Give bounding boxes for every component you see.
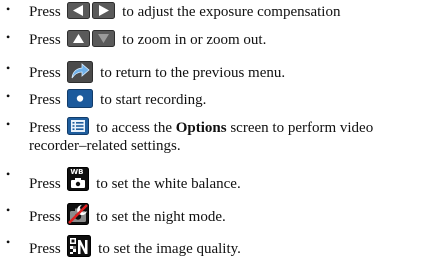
instruction-text: to zoom in or zoom out. — [122, 32, 267, 48]
press-label: Press — [29, 120, 61, 136]
bullet: • — [6, 203, 11, 217]
instruction-text: to start recording. — [100, 92, 207, 108]
night-mode-icon — [67, 203, 90, 225]
bullet: • — [6, 61, 11, 75]
instruction-text: to set the night mode. — [96, 209, 226, 225]
instruction-list: • Press to adjust the exposure compensat… — [0, 0, 431, 277]
bullet: • — [6, 2, 11, 16]
record-dot-icon — [67, 89, 94, 108]
bullet: • — [6, 89, 11, 103]
press-label: Press — [29, 32, 61, 48]
press-label: Press — [29, 176, 61, 192]
bullet: • — [6, 117, 11, 131]
bullet: • — [6, 30, 11, 44]
press-label: Press — [29, 241, 61, 257]
return-arrow-icon — [67, 61, 94, 83]
press-label: Press — [29, 65, 61, 81]
white-balance-icon: WB — [67, 167, 90, 191]
image-quality-icon — [67, 235, 92, 257]
instruction-text: to adjust the exposure compensation — [122, 4, 341, 20]
left-right-arrows-icon — [67, 2, 116, 19]
instruction-text: to set the white balance. — [96, 176, 241, 192]
instruction-text: to access the — [96, 120, 172, 136]
options-list-icon — [67, 117, 90, 135]
instruction-text: to return to the previous menu. — [100, 65, 286, 81]
up-down-arrows-icon — [67, 30, 116, 47]
press-label: Press — [29, 209, 61, 225]
options-screen-name: Options — [175, 120, 227, 136]
instruction-text: to set the image quality. — [98, 241, 241, 257]
white-balance-label: WB — [70, 168, 84, 176]
bullet: • — [6, 167, 11, 181]
press-label: Press — [29, 4, 61, 20]
bullet: • — [6, 235, 11, 249]
press-label: Press — [29, 92, 61, 108]
